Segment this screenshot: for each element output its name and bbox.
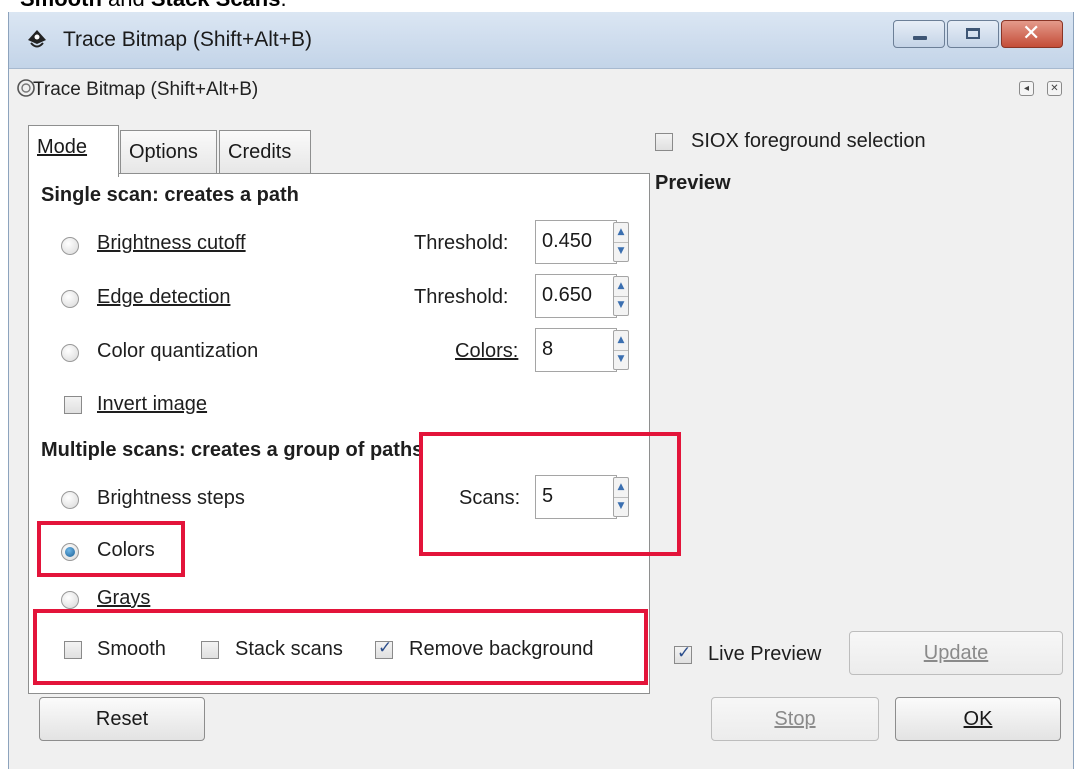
siox-label: SIOX foreground selection <box>691 130 926 152</box>
brightness-threshold-input[interactable]: 0.450 <box>535 220 617 264</box>
tab-mode-label: Mode <box>37 136 88 158</box>
grays-radio[interactable] <box>61 591 79 609</box>
live-preview-checkbox[interactable]: ✓ <box>674 643 692 664</box>
window-titlebar[interactable]: Trace Bitmap (Shift+Alt+B) ✕ <box>9 12 1073 69</box>
multiple-scans-heading: Multiple scans: creates a group of paths <box>41 439 424 461</box>
invert-image-checkbox[interactable] <box>64 396 82 414</box>
spin-up-icon[interactable]: ▲ <box>614 331 628 351</box>
color-quantization-label: Color quantization <box>97 340 259 362</box>
brightness-cutoff-label: Brightness cutoff <box>97 232 246 254</box>
update-button[interactable]: Update <box>849 631 1063 675</box>
stop-button[interactable]: Stop <box>711 697 879 741</box>
single-scan-heading: Single scan: creates a path <box>41 184 299 206</box>
preview-heading: Preview <box>655 172 731 194</box>
ok-label: OK <box>963 708 993 730</box>
reset-button[interactable]: Reset <box>39 697 205 741</box>
caption-text: Smooth and Stack Scans. <box>20 0 287 12</box>
brightness-threshold-label: Threshold: <box>414 232 509 254</box>
tab-options-label: Options <box>129 141 198 163</box>
edge-detection-radio[interactable] <box>61 290 79 308</box>
spin-down-icon[interactable]: ▼ <box>614 350 628 369</box>
brightness-steps-label: Brightness steps <box>97 487 245 509</box>
close-button[interactable]: ✕ <box>1001 20 1063 48</box>
live-preview-label: Live Preview <box>708 643 822 665</box>
minimize-button[interactable] <box>893 20 945 48</box>
quant-colors-spinner[interactable]: ▲ ▼ <box>613 330 629 370</box>
spin-up-icon[interactable]: ▲ <box>614 223 628 243</box>
minimize-icon <box>913 36 927 40</box>
siox-checkbox[interactable] <box>655 133 673 151</box>
brightness-threshold-spinner[interactable]: ▲ ▼ <box>613 222 629 262</box>
tab-mode[interactable]: Mode <box>28 125 119 177</box>
scans-highlight-box <box>419 432 681 556</box>
dock-close-button[interactable]: ✕ <box>1047 81 1062 96</box>
trace-bitmap-window: Trace Bitmap (Shift+Alt+B) ✕ Trace Bitma… <box>8 12 1074 769</box>
spin-up-icon[interactable]: ▲ <box>614 277 628 297</box>
spin-down-icon[interactable]: ▼ <box>614 296 628 315</box>
collapse-icon: ◂ <box>1023 83 1030 94</box>
tab-options[interactable]: Options <box>120 130 217 174</box>
maximize-icon <box>966 28 980 39</box>
window-title: Trace Bitmap (Shift+Alt+B) <box>63 28 312 51</box>
tab-credits-label: Credits <box>228 141 292 163</box>
dock-header: Trace Bitmap (Shift+Alt+B) ◂ ✕ <box>9 69 1073 113</box>
reset-label: Reset <box>95 708 149 730</box>
quant-colors-input[interactable]: 8 <box>535 328 617 372</box>
close-icon: ✕ <box>1022 21 1041 46</box>
invert-image-label: Invert image <box>97 393 208 415</box>
maximize-button[interactable] <box>947 20 999 48</box>
dock-collapse-button[interactable]: ◂ <box>1019 81 1034 96</box>
quant-colors-label: Colors: <box>455 340 519 362</box>
edge-threshold-label: Threshold: <box>414 286 509 308</box>
spin-down-icon[interactable]: ▼ <box>614 242 628 261</box>
tab-credits[interactable]: Credits <box>219 130 311 174</box>
color-quantization-radio[interactable] <box>61 344 79 362</box>
ok-button[interactable]: OK <box>895 697 1061 741</box>
brightness-steps-radio[interactable] <box>61 491 79 509</box>
close-icon: ✕ <box>1050 83 1059 94</box>
brightness-cutoff-radio[interactable] <box>61 237 79 255</box>
edge-threshold-spinner[interactable]: ▲ ▼ <box>613 276 629 316</box>
options-highlight-box <box>33 609 648 685</box>
inkscape-logo-icon <box>28 30 46 48</box>
dock-title: Trace Bitmap (Shift+Alt+B) <box>33 79 259 100</box>
edge-threshold-input[interactable]: 0.650 <box>535 274 617 318</box>
caption-strip: Smooth and Stack Scans. <box>0 0 1074 12</box>
stop-label: Stop <box>774 708 816 730</box>
grays-label: Grays <box>97 587 151 609</box>
update-label: Update <box>923 642 989 664</box>
checkmark-icon: ✓ <box>677 643 692 663</box>
colors-highlight-box <box>37 521 185 577</box>
edge-detection-label: Edge detection <box>97 286 231 308</box>
